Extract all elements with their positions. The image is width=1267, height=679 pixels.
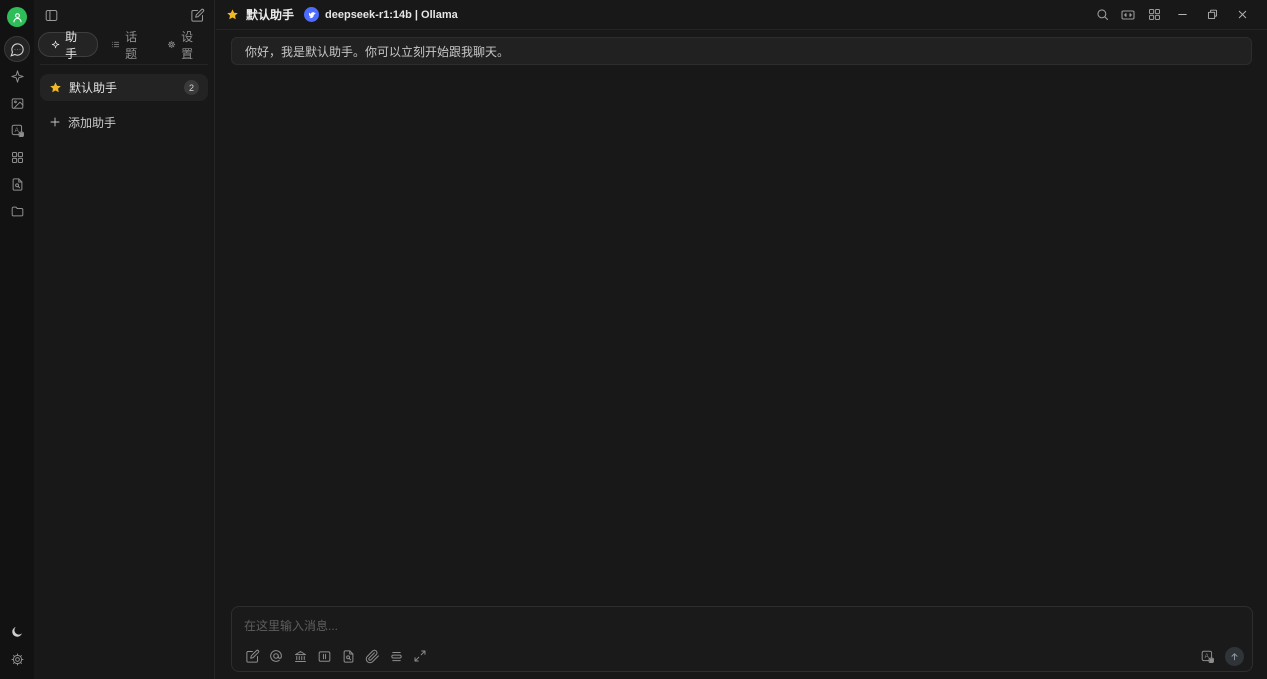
topbar-assistant[interactable]: 默认助手 bbox=[226, 6, 304, 23]
person-icon bbox=[12, 12, 22, 22]
launcher-button[interactable] bbox=[1141, 2, 1167, 28]
left-icon-rail: A bbox=[0, 0, 34, 679]
knowledge-base-button[interactable] bbox=[336, 645, 360, 667]
topbar: 默认助手 deepseek-r1:14b | Ollama bbox=[216, 0, 1267, 30]
attach-file-button[interactable] bbox=[360, 645, 384, 667]
assistant-name: 默认助手 bbox=[69, 81, 118, 95]
user-avatar[interactable] bbox=[7, 7, 27, 27]
sidebar-item-assistants[interactable] bbox=[4, 36, 30, 62]
star-icon bbox=[50, 82, 61, 93]
folder-files-icon bbox=[11, 206, 23, 216]
tab-topics[interactable]: 话题 bbox=[102, 30, 154, 61]
chat-scroll-area[interactable]: 你好，我是默认助手。你可以立刻开始跟我聊天。 bbox=[216, 31, 1267, 597]
new-topic-button[interactable] bbox=[240, 645, 264, 667]
close-icon bbox=[1238, 10, 1246, 19]
sidebar-header bbox=[34, 0, 214, 30]
clear-context-icon bbox=[390, 651, 402, 661]
restore-icon bbox=[1207, 9, 1217, 20]
translate-button[interactable]: A bbox=[1195, 645, 1219, 667]
star-icon bbox=[227, 9, 238, 20]
paperclip-icon bbox=[365, 649, 379, 663]
message-input[interactable] bbox=[232, 607, 1252, 637]
landmark-icon bbox=[294, 650, 306, 662]
new-topic-icon bbox=[245, 649, 259, 663]
chat-icon bbox=[9, 42, 24, 57]
search-icon bbox=[1096, 9, 1108, 21]
topbar-assistant-name: 默认助手 bbox=[246, 8, 295, 22]
panel-collapse-icon bbox=[45, 9, 57, 21]
expand-input-button[interactable] bbox=[408, 645, 432, 667]
assistant-list-item[interactable]: 默认助手 2 bbox=[40, 74, 208, 101]
input-toolbar: A bbox=[240, 645, 1244, 667]
tab-assistants[interactable]: 助手 bbox=[38, 30, 98, 61]
launcher-grid-icon bbox=[1148, 9, 1160, 20]
moon-theme-icon bbox=[12, 627, 22, 637]
add-assistant-label: 添加助手 bbox=[68, 115, 117, 130]
gear-icon bbox=[167, 40, 176, 49]
panel-collapse-button[interactable] bbox=[41, 5, 61, 25]
mcp-servers-button[interactable] bbox=[288, 645, 312, 667]
image-paintings-icon bbox=[11, 97, 23, 109]
app-window: A 助手 话题 设置 默认助手 2 添加助手 默认助手 deepseek-r1:… bbox=[0, 0, 1267, 679]
close-button[interactable] bbox=[1227, 2, 1257, 28]
plus-icon bbox=[50, 117, 60, 127]
sparkle-icon bbox=[51, 40, 60, 49]
assistant-greeting-bubble: 你好，我是默认助手。你可以立刻开始跟我聊天。 bbox=[231, 37, 1252, 65]
model-selector[interactable]: deepseek-r1:14b | Ollama bbox=[304, 7, 458, 22]
columns-panel-icon bbox=[318, 650, 330, 662]
main-area: 默认助手 deepseek-r1:14b | Ollama 你好，我是默认助手。… bbox=[216, 0, 1267, 679]
new-topic-icon bbox=[190, 8, 204, 22]
knowledge-file-search-icon bbox=[12, 177, 22, 191]
tab-label: 话题 bbox=[125, 29, 138, 61]
send-button[interactable] bbox=[1225, 646, 1244, 666]
clear-context-button[interactable] bbox=[384, 645, 408, 667]
sidebar-item-paintings[interactable] bbox=[4, 90, 30, 116]
theme-toggle[interactable] bbox=[4, 619, 30, 645]
minimize-button[interactable] bbox=[1167, 2, 1197, 28]
sidebar-item-miniapps[interactable] bbox=[4, 144, 30, 170]
settings-gear-icon bbox=[11, 653, 23, 665]
new-topic-button[interactable] bbox=[187, 5, 207, 25]
tab-label: 助手 bbox=[65, 29, 78, 61]
translate-icon: A bbox=[11, 124, 24, 137]
whale-glyph bbox=[308, 11, 316, 18]
search-button[interactable] bbox=[1089, 2, 1115, 28]
translate-icon: A bbox=[1201, 650, 1214, 663]
sidebar-divider bbox=[40, 64, 208, 65]
add-assistant-button[interactable]: 添加助手 bbox=[40, 111, 208, 133]
file-search-icon bbox=[343, 649, 353, 663]
apps-grid-icon bbox=[11, 151, 23, 163]
expand-input-icon bbox=[414, 650, 426, 662]
sparkle-agents-icon bbox=[10, 69, 24, 83]
tab-label: 设置 bbox=[181, 29, 194, 61]
sidebar-item-files[interactable] bbox=[4, 198, 30, 224]
sidebar-item-agents[interactable] bbox=[4, 63, 30, 89]
greeting-text: 你好，我是默认助手。你可以立刻开始跟我聊天。 bbox=[245, 44, 510, 59]
model-label: deepseek-r1:14b | Ollama bbox=[325, 8, 458, 21]
expand-topics-button[interactable] bbox=[1115, 2, 1141, 28]
mention-model-button[interactable] bbox=[264, 645, 288, 667]
minimize-icon bbox=[1177, 14, 1187, 15]
restore-button[interactable] bbox=[1197, 2, 1227, 28]
deepseek-logo bbox=[304, 7, 320, 22]
sidebar-item-translate[interactable]: A bbox=[4, 117, 30, 143]
expand-horizontal-icon bbox=[1121, 9, 1135, 20]
assistants-sidebar: 助手 话题 设置 默认助手 2 添加助手 bbox=[34, 0, 215, 679]
message-input-container: A bbox=[231, 606, 1253, 672]
list-icon bbox=[111, 41, 120, 48]
sidebar-item-knowledge[interactable] bbox=[4, 171, 30, 197]
mention-icon bbox=[270, 650, 282, 662]
tab-settings[interactable]: 设置 bbox=[158, 30, 210, 61]
settings-button[interactable] bbox=[4, 646, 30, 672]
arrow-up-icon bbox=[1231, 652, 1238, 660]
sidebar-tabs: 助手 话题 设置 bbox=[34, 30, 214, 64]
topic-count-badge: 2 bbox=[184, 80, 199, 95]
panel-options-button[interactable] bbox=[312, 645, 336, 667]
